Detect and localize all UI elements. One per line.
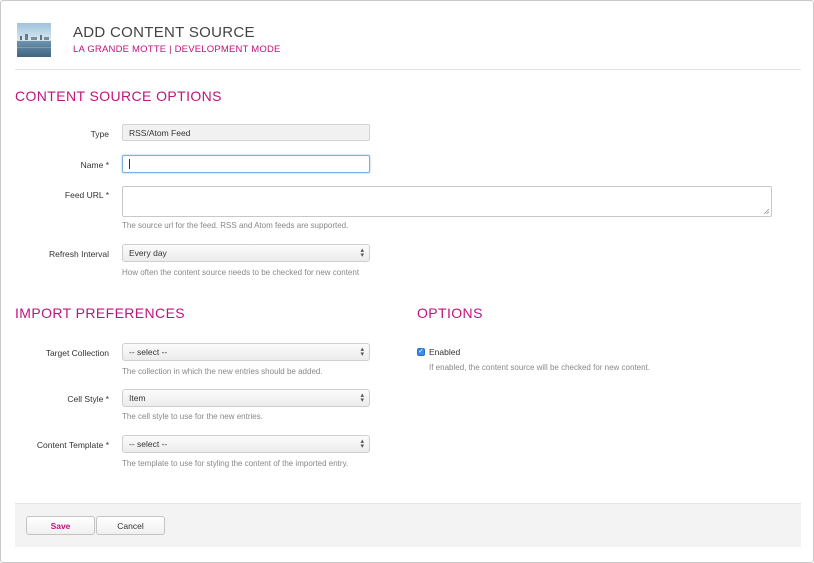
target-collection-help: The collection in which the new entries …: [122, 367, 323, 376]
select-arrows-icon: ▴ ▾: [360, 346, 364, 358]
target-collection-select[interactable]: -- select -- ▴ ▾: [122, 343, 370, 361]
section-title-content-source-options: CONTENT SOURCE OPTIONS: [15, 88, 222, 104]
select-arrows-icon: ▴ ▾: [360, 438, 364, 450]
app-window: ADD CONTENT SOURCE LA GRANDE MOTTE | DEV…: [0, 0, 814, 563]
feed-url-label: Feed URL *: [64, 190, 109, 200]
enabled-label[interactable]: Enabled: [429, 347, 460, 357]
feed-url-textarea[interactable]: [122, 186, 772, 217]
content-template-help: The template to use for styling the cont…: [122, 459, 349, 468]
form-footer: Save Cancel: [15, 503, 801, 547]
page-title: ADD CONTENT SOURCE: [73, 24, 255, 41]
select-arrows-icon: ▴ ▾: [360, 392, 364, 404]
resize-grip-icon[interactable]: [763, 208, 769, 214]
cell-style-help: The cell style to use for the new entrie…: [122, 412, 263, 421]
cancel-button[interactable]: Cancel: [96, 516, 165, 535]
cell-style-label: Cell Style *: [67, 394, 109, 404]
target-collection-value: -- select --: [129, 347, 168, 357]
select-arrows-icon: ▴ ▾: [360, 247, 364, 259]
refresh-interval-value: Every day: [129, 248, 167, 258]
content-template-value: -- select --: [129, 439, 168, 449]
content-template-select[interactable]: -- select -- ▴ ▾: [122, 435, 370, 453]
text-caret: [129, 159, 130, 169]
refresh-interval-help: How often the content source needs to be…: [122, 268, 360, 277]
cell-style-value: Item: [129, 393, 146, 403]
cell-style-select[interactable]: Item ▴ ▾: [122, 389, 370, 407]
name-label: Name *: [80, 160, 109, 170]
feed-url-help: The source url for the feed. RSS and Ato…: [122, 221, 349, 230]
save-button[interactable]: Save: [26, 516, 95, 535]
type-field: RSS/Atom Feed: [122, 124, 370, 141]
type-label: Type: [90, 129, 109, 139]
name-input[interactable]: [122, 155, 370, 173]
app-thumbnail: [17, 23, 51, 57]
enabled-help: If enabled, the content source will be c…: [429, 363, 651, 372]
page-subtitle: LA GRANDE MOTTE | DEVELOPMENT MODE: [73, 44, 281, 55]
content-template-label: Content Template *: [36, 440, 109, 450]
section-title-options: OPTIONS: [417, 305, 483, 321]
page-header: ADD CONTENT SOURCE LA GRANDE MOTTE | DEV…: [15, 13, 801, 70]
type-value: RSS/Atom Feed: [129, 127, 191, 138]
checkmark-icon: ✓: [418, 348, 424, 355]
enabled-checkbox[interactable]: ✓: [417, 348, 425, 356]
refresh-interval-label: Refresh Interval: [49, 249, 109, 259]
target-collection-label: Target Collection: [45, 348, 109, 358]
section-title-import-preferences: IMPORT PREFERENCES: [15, 305, 186, 321]
refresh-interval-select[interactable]: Every day ▴ ▾: [122, 244, 370, 262]
